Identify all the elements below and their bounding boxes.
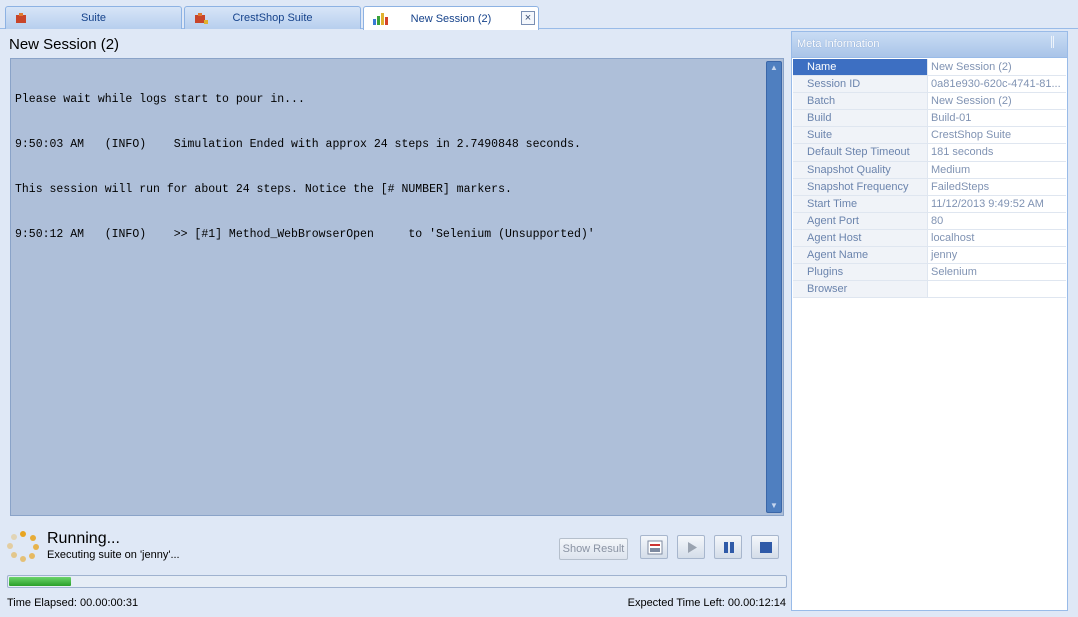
property-row[interactable]: Agent Name jenny — [793, 247, 1066, 265]
property-row[interactable]: Name New Session (2) — [793, 59, 1066, 77]
property-row[interactable]: Snapshot Frequency FailedSteps — [793, 178, 1066, 196]
status-title: Running... — [47, 530, 120, 547]
property-value[interactable]: FailedSteps — [928, 179, 1066, 195]
property-key: Snapshot Quality — [793, 161, 928, 178]
scroll-down-icon[interactable]: ▼ — [767, 500, 781, 512]
property-value[interactable]: 181 seconds — [928, 144, 1066, 160]
property-key: Name — [793, 59, 928, 76]
property-grid: Name New Session (2) Session ID 0a81e930-62… — [793, 59, 1066, 299]
show-result-button[interactable]: Show Result — [559, 538, 628, 560]
property-key: Agent Name — [793, 247, 928, 264]
property-row[interactable]: Snapshot Quality Medium — [793, 161, 1066, 179]
stop-icon — [760, 542, 772, 553]
tab-crestshop-suite[interactable]: CrestShop Suite — [184, 6, 361, 29]
tab-label: CrestShop Suite — [232, 12, 313, 24]
property-value[interactable]: Selenium — [928, 264, 1066, 280]
property-value[interactable] — [928, 281, 1066, 297]
property-key: Browser — [793, 281, 928, 298]
close-icon[interactable]: × — [521, 11, 535, 25]
property-row[interactable]: Suite CrestShop Suite — [793, 127, 1066, 145]
spinner-icon — [7, 531, 39, 562]
vertical-scrollbar[interactable]: ▲ ▼ — [766, 61, 782, 513]
progress-fill — [9, 577, 72, 586]
property-value[interactable]: 80 — [928, 213, 1066, 229]
property-key: Snapshot Frequency — [793, 178, 928, 195]
progress-bar — [7, 575, 787, 588]
property-key: Plugins — [793, 264, 928, 281]
property-value[interactable]: 0a81e930-620c-4741-81... — [928, 76, 1066, 92]
property-key: Suite — [793, 127, 928, 144]
log-viewer[interactable]: Please wait while logs start to pour in.… — [10, 58, 784, 516]
play-icon — [688, 542, 697, 553]
time-elapsed: Time Elapsed: 00.00:00:31 — [7, 597, 139, 609]
property-value[interactable]: localhost — [928, 230, 1066, 246]
property-key: Agent Port — [793, 212, 928, 229]
play-button[interactable] — [677, 535, 705, 559]
property-value[interactable]: New Session (2) — [928, 93, 1066, 109]
property-key: Start Time — [793, 195, 928, 212]
expected-time-left: Expected Time Left: 00.00:12:14 — [627, 597, 786, 609]
property-value[interactable]: jenny — [928, 247, 1066, 263]
property-row[interactable]: Browser — [793, 281, 1066, 299]
tab-bar: Suite CrestShop Suite New Session (2) × — [0, 0, 1078, 30]
meta-header: Meta Information ║ — [792, 32, 1067, 58]
tab-label: Suite — [80, 12, 107, 24]
log-line: Please wait while logs start to pour in.… — [15, 93, 305, 106]
log-line: This session will run for about 24 steps… — [15, 183, 512, 196]
property-value[interactable]: Medium — [928, 162, 1066, 178]
run-status: Running... Executing suite on 'jenny'...… — [4, 527, 788, 567]
property-key: Agent Host — [793, 229, 928, 247]
meta-title: Meta Information — [797, 38, 880, 50]
pause-button[interactable] — [714, 535, 742, 559]
log-report-button[interactable] — [640, 535, 668, 559]
log-icon — [647, 540, 663, 555]
property-key: Default Step Timeout — [793, 144, 928, 161]
stop-button[interactable] — [751, 535, 779, 559]
tab-suite[interactable]: Suite — [5, 6, 182, 29]
property-row[interactable]: Build Build-01 — [793, 110, 1066, 128]
property-key: Session ID — [793, 76, 928, 93]
scroll-up-icon[interactable]: ▲ — [767, 62, 781, 74]
property-row[interactable]: Batch New Session (2) — [793, 93, 1066, 111]
page-title: New Session (2) — [9, 36, 120, 53]
status-subtitle: Executing suite on 'jenny'... — [47, 549, 180, 561]
tab-new-session[interactable]: New Session (2) × — [363, 6, 539, 30]
property-value[interactable]: New Session (2) — [928, 59, 1066, 75]
property-row[interactable]: Start Time 11/12/2013 9:49:52 AM — [793, 195, 1066, 213]
property-row[interactable]: Agent Port 80 — [793, 212, 1066, 230]
property-row[interactable]: Plugins Selenium — [793, 264, 1066, 282]
suite-icon — [16, 13, 26, 23]
log-lines: Please wait while logs start to pour in.… — [15, 62, 595, 272]
property-value[interactable]: Build-01 — [928, 110, 1066, 126]
log-line: 9:50:12 AM (INFO) >> [#1] Method_WebBrow… — [15, 228, 595, 241]
property-row[interactable]: Agent Host localhost — [793, 229, 1066, 248]
meta-information-panel: Meta Information ║ Name New Session (2) Se… — [791, 31, 1068, 611]
property-key: Batch — [793, 93, 928, 110]
property-value[interactable]: CrestShop Suite — [928, 127, 1066, 143]
property-row[interactable]: Default Step Timeout 181 seconds — [793, 144, 1066, 162]
property-row[interactable]: Session ID 0a81e930-620c-4741-81... — [793, 76, 1066, 94]
property-value[interactable]: 11/12/2013 9:49:52 AM — [928, 196, 1066, 212]
pause-icon — [724, 542, 734, 553]
suite-icon — [195, 13, 208, 24]
session-panel: New Session (2) Please wait while logs s… — [4, 30, 788, 612]
bar-chart-icon — [373, 13, 388, 25]
log-line: 9:50:03 AM (INFO) Simulation Ended with … — [15, 138, 581, 151]
tab-label: New Session (2) — [410, 12, 492, 25]
property-key: Build — [793, 110, 928, 127]
pin-icon[interactable]: ║ — [1049, 37, 1059, 49]
